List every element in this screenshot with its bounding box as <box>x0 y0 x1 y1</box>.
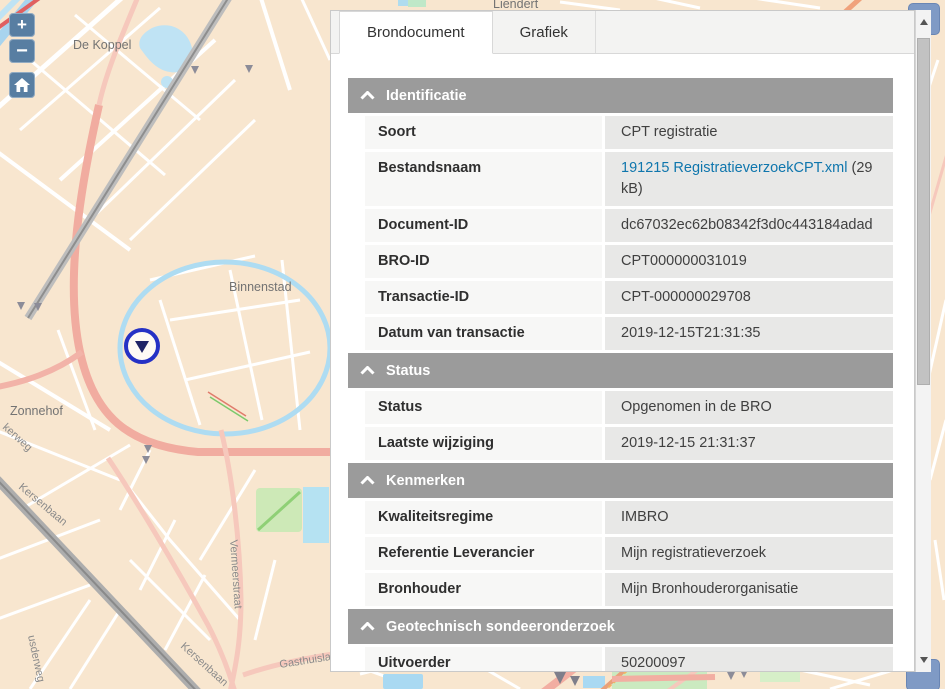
section-title: Identificatie <box>386 88 467 104</box>
row-label: Transactie-ID <box>365 281 602 314</box>
row-label: BRO-ID <box>365 245 602 278</box>
section-geotechnisch-sondeeronderzoek: Geotechnisch sondeeronderzoek Uitvoerder… <box>348 609 893 672</box>
detail-panel: Brondocument Grafiek Identificatie Soort… <box>330 10 915 672</box>
home-button[interactable] <box>9 72 35 98</box>
table-row: Uitvoerder 50200097 <box>365 647 893 672</box>
chevron-up-icon <box>360 91 375 100</box>
chevron-up-icon <box>360 622 375 631</box>
panel-content: Identificatie Soort CPT registratie Best… <box>331 54 914 672</box>
row-label: Status <box>365 391 602 424</box>
row-label: Referentie Leverancier <box>365 537 602 570</box>
scroll-down-icon[interactable] <box>920 657 928 663</box>
row-value: IMBRO <box>605 501 893 534</box>
section-title: Status <box>386 363 430 379</box>
table-row: Kwaliteitsregime IMBRO <box>365 501 893 534</box>
row-value: 2019-12-15 21:31:37 <box>605 427 893 460</box>
section-title: Geotechnisch sondeeronderzoek <box>386 619 615 635</box>
row-label: Bronhouder <box>365 573 602 606</box>
section-header-geotechnisch-sondeeronderzoek[interactable]: Geotechnisch sondeeronderzoek <box>348 609 893 644</box>
chevron-up-icon <box>360 476 375 485</box>
section-identificatie: Identificatie Soort CPT registratie Best… <box>348 78 893 350</box>
section-header-kenmerken[interactable]: Kenmerken <box>348 463 893 498</box>
row-value: dc67032ec62b08342f3d0c443184adad <box>605 209 893 242</box>
zoom-out-button[interactable]: − <box>9 39 35 63</box>
section-header-status[interactable]: Status <box>348 353 893 388</box>
table-row: Datum van transactie 2019-12-15T21:31:35 <box>365 317 893 350</box>
place-label-de-koppel: De Koppel <box>73 38 131 52</box>
row-label: Kwaliteitsregime <box>365 501 602 534</box>
table-row: Soort CPT registratie <box>365 116 893 149</box>
row-value: CPT000000031019 <box>605 245 893 278</box>
zoom-in-button[interactable]: + <box>9 13 35 37</box>
place-label-binnenstad: Binnenstad <box>229 280 292 294</box>
row-label: Laatste wijziging <box>365 427 602 460</box>
row-value: 2019-12-15T21:31:35 <box>605 317 893 350</box>
table-row: BRO-ID CPT000000031019 <box>365 245 893 278</box>
scroll-up-icon[interactable] <box>920 19 928 25</box>
scrollbar-thumb[interactable] <box>917 38 930 385</box>
file-download-link[interactable]: 191215 RegistratieverzoekCPT.xml <box>621 160 847 176</box>
row-value: CPT registratie <box>605 116 893 149</box>
row-value: Opgenomen in de BRO <box>605 391 893 424</box>
home-icon <box>13 77 31 93</box>
row-label: Document-ID <box>365 209 602 242</box>
tab-bar: Brondocument Grafiek <box>331 11 914 54</box>
panel-scrollbar[interactable] <box>915 10 931 672</box>
tab-grafiek[interactable]: Grafiek <box>493 11 596 53</box>
table-row: Status Opgenomen in de BRO <box>365 391 893 424</box>
section-status: Status Status Opgenomen in de BRO Laatst… <box>348 353 893 460</box>
row-label: Uitvoerder <box>365 647 602 672</box>
section-header-identificatie[interactable]: Identificatie <box>348 78 893 113</box>
row-label: Bestandsnaam <box>365 152 602 206</box>
table-row: Bestandsnaam 191215 RegistratieverzoekCP… <box>365 152 893 206</box>
row-value: CPT-000000029708 <box>605 281 893 314</box>
location-marker-icon[interactable] <box>126 330 158 362</box>
row-label: Datum van transactie <box>365 317 602 350</box>
tab-brondocument[interactable]: Brondocument <box>339 11 493 54</box>
place-label-zonnehof: Zonnehof <box>10 404 63 418</box>
table-row: Document-ID dc67032ec62b08342f3d0c443184… <box>365 209 893 242</box>
table-row: Laatste wijziging 2019-12-15 21:31:37 <box>365 427 893 460</box>
row-label: Soort <box>365 116 602 149</box>
chevron-up-icon <box>360 366 375 375</box>
row-value: Mijn Bronhouderorganisatie <box>605 573 893 606</box>
section-title: Kenmerken <box>386 473 465 489</box>
section-kenmerken: Kenmerken Kwaliteitsregime IMBRO Referen… <box>348 463 893 606</box>
table-row: Referentie Leverancier Mijn registratiev… <box>365 537 893 570</box>
row-value: Mijn registratieverzoek <box>605 537 893 570</box>
row-value: 50200097 <box>605 647 893 672</box>
app-window: De Koppel Binnenstad Zonnehof Liendert K… <box>0 0 945 689</box>
table-row: Bronhouder Mijn Bronhouderorganisatie <box>365 573 893 606</box>
row-value: 191215 RegistratieverzoekCPT.xml (29 kB) <box>605 152 893 206</box>
table-row: Transactie-ID CPT-000000029708 <box>365 281 893 314</box>
